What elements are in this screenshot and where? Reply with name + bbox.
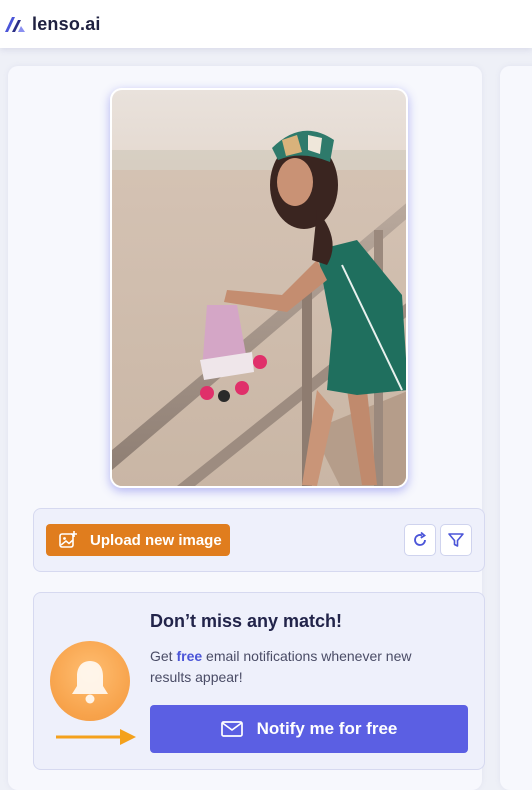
notify-button-label: Notify me for free: [256, 719, 398, 738]
upload-button-label: Upload new image: [90, 531, 222, 549]
bell-icon: [72, 661, 108, 704]
results-panel-edge: [500, 66, 532, 790]
refresh-search-button[interactable]: [404, 524, 436, 556]
refresh-icon: [414, 531, 427, 546]
top-header: lenso.ai: [0, 0, 532, 48]
notify-card: Don’t miss any match! Get free email not…: [33, 592, 485, 770]
logo-text: lenso.ai: [32, 13, 101, 34]
filter-icon: [448, 533, 464, 547]
lenso-logo-icon: [5, 17, 25, 32]
uploaded-photo: [112, 90, 406, 486]
notify-title: Don’t miss any match!: [150, 611, 343, 631]
image-plus-icon: [59, 531, 77, 548]
logo[interactable]: lenso.ai: [4, 14, 101, 35]
notify-desc-highlight: free: [176, 648, 203, 664]
bell-badge: [50, 641, 130, 721]
notify-description: Get free email notifications whenever ne…: [150, 646, 450, 688]
uploaded-image-preview: [110, 88, 408, 488]
filter-button[interactable]: [440, 524, 472, 556]
notify-desc-start: Get: [150, 648, 177, 664]
upload-new-image-button[interactable]: Upload new image: [46, 524, 230, 556]
upload-toolbar: Upload new image: [33, 508, 485, 572]
arrow-right-icon: [56, 729, 136, 745]
mail-icon: [220, 721, 243, 737]
notify-me-button[interactable]: Notify me for free: [150, 705, 468, 753]
